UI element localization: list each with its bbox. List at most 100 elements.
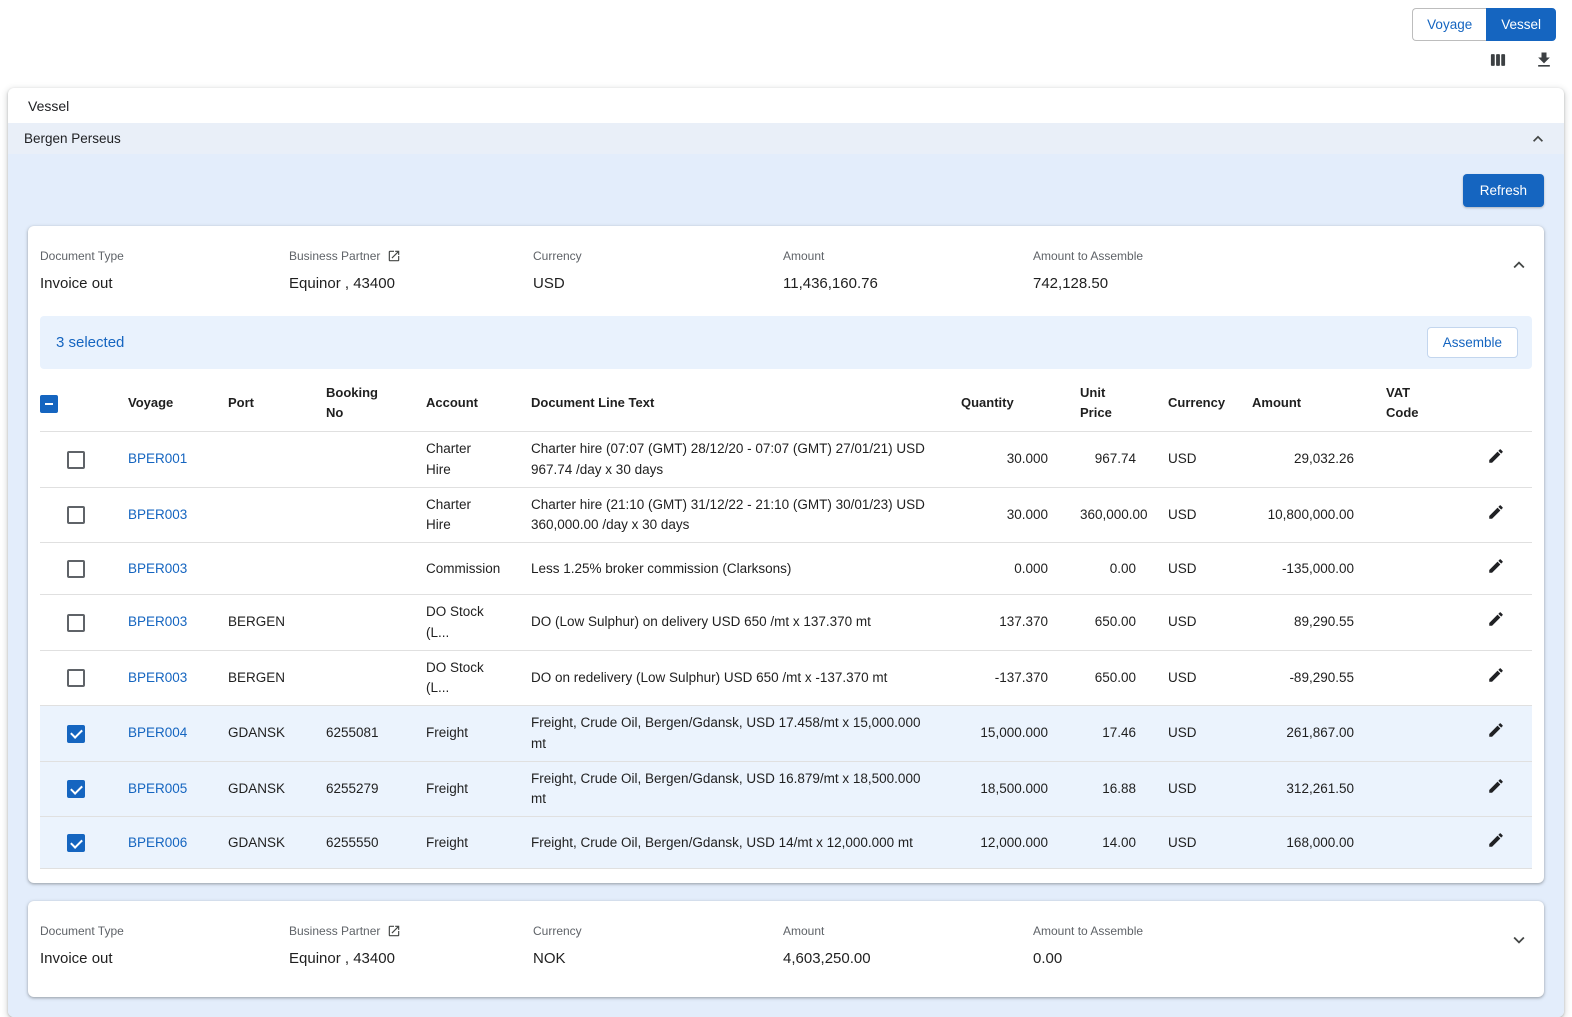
field-label: Document Type <box>40 248 289 264</box>
edit-line-button[interactable] <box>1487 557 1505 575</box>
toggle-voyage[interactable]: Voyage <box>1412 8 1486 41</box>
download-button[interactable] <box>1534 50 1554 70</box>
table-header-row: Voyage Port Booking No Account Document … <box>40 375 1532 432</box>
cell-port: GDANSK <box>212 817 310 869</box>
collapse-document-button[interactable] <box>1508 254 1530 276</box>
field-label: Amount <box>783 248 1033 264</box>
selection-bar: 3 selected Assemble <box>40 316 1532 369</box>
expand-document-button[interactable] <box>1508 929 1530 951</box>
edit-line-button[interactable] <box>1487 610 1505 628</box>
columns-icon <box>1488 50 1508 70</box>
edit-line-button[interactable] <box>1487 721 1505 739</box>
row-checkbox[interactable] <box>67 834 85 852</box>
edit-line-button[interactable] <box>1487 777 1505 795</box>
row-checkbox[interactable] <box>67 451 85 469</box>
amount-value: 4,603,250.00 <box>783 950 1033 967</box>
assemble-button[interactable]: Assemble <box>1427 327 1518 358</box>
voyage-link[interactable]: BPER003 <box>128 561 187 576</box>
cell-amount: 10,800,000.00 <box>1236 487 1370 543</box>
collapse-group-button[interactable] <box>1528 129 1548 149</box>
edit-line-button[interactable] <box>1487 503 1505 521</box>
row-checkbox[interactable] <box>67 780 85 798</box>
page-title: Vessel <box>8 88 1564 123</box>
table-row: BPER003 Charter Hire Charter hire (21:10… <box>40 487 1532 543</box>
voyage-link[interactable]: BPER003 <box>128 614 187 629</box>
selected-count: 3 selected <box>56 334 124 351</box>
document-summary: Document Type Invoice out Business Partn… <box>40 236 1532 316</box>
col-header-currency: Currency <box>1152 375 1236 432</box>
toggle-vessel[interactable]: Vessel <box>1486 8 1556 41</box>
vessel-group-header[interactable]: Bergen Perseus <box>8 123 1564 154</box>
field-currency: Currency USD <box>533 248 783 292</box>
row-checkbox[interactable] <box>67 560 85 578</box>
vessel-panel: Refresh Document Type Invoice out Busine… <box>8 154 1564 1017</box>
cell-vat-code <box>1370 761 1460 817</box>
voyage-link[interactable]: BPER005 <box>128 781 187 796</box>
table-row: BPER003 BERGEN DO Stock (L... DO on rede… <box>40 650 1532 706</box>
row-checkbox[interactable] <box>67 725 85 743</box>
field-amount: Amount 11,436,160.76 <box>783 248 1033 292</box>
cell-vat-code <box>1370 817 1460 869</box>
open-in-new-icon[interactable] <box>387 249 401 263</box>
cell-unit-price: 360,000.00 <box>1064 487 1152 543</box>
cell-vat-code <box>1370 543 1460 595</box>
cell-unit-price: 650.00 <box>1064 650 1152 706</box>
cell-currency: USD <box>1152 487 1236 543</box>
field-amount: Amount 4,603,250.00 <box>783 923 1033 967</box>
cell-booking-no <box>310 650 410 706</box>
cell-quantity: 137.370 <box>945 595 1064 651</box>
col-header-account: Account <box>410 375 515 432</box>
top-bar: Voyage Vessel <box>0 0 1572 88</box>
edit-line-button[interactable] <box>1487 666 1505 684</box>
cell-account: Charter Hire <box>410 487 515 543</box>
currency-value: NOK <box>533 950 783 967</box>
line-items-body: BPER001 Charter Hire Charter hire (07:07… <box>40 432 1532 869</box>
document-type-value: Invoice out <box>40 275 289 292</box>
refresh-button[interactable]: Refresh <box>1463 174 1544 207</box>
field-label: Currency <box>533 923 783 939</box>
open-in-new-icon[interactable] <box>387 924 401 938</box>
cell-currency: USD <box>1152 706 1236 762</box>
voyage-link[interactable]: BPER001 <box>128 451 187 466</box>
edit-icon <box>1487 831 1505 849</box>
currency-value: USD <box>533 275 783 292</box>
cell-booking-no: 6255081 <box>310 706 410 762</box>
voyage-link[interactable]: BPER003 <box>128 507 187 522</box>
cell-currency: USD <box>1152 817 1236 869</box>
columns-button[interactable] <box>1488 50 1508 70</box>
cell-line-text: Freight, Crude Oil, Bergen/Gdansk, USD 1… <box>515 817 945 869</box>
edit-icon <box>1487 610 1505 628</box>
cell-booking-no: 6255550 <box>310 817 410 869</box>
cell-currency: USD <box>1152 595 1236 651</box>
voyage-link[interactable]: BPER004 <box>128 725 187 740</box>
col-header-amount: Amount <box>1236 375 1370 432</box>
cell-vat-code <box>1370 706 1460 762</box>
cell-account: DO Stock (L... <box>410 595 515 651</box>
document-type-value: Invoice out <box>40 950 289 967</box>
field-label: Business Partner <box>289 924 380 938</box>
business-partner-value: Equinor , 43400 <box>289 275 533 292</box>
voyage-link[interactable]: BPER006 <box>128 835 187 850</box>
edit-icon <box>1487 666 1505 684</box>
field-label: Amount to Assemble <box>1033 248 1143 264</box>
cell-port: GDANSK <box>212 706 310 762</box>
edit-icon <box>1487 721 1505 739</box>
chevron-down-icon <box>1508 929 1530 951</box>
voyage-link[interactable]: BPER003 <box>128 670 187 685</box>
select-all-checkbox[interactable] <box>40 395 58 413</box>
col-header-vat-code: VAT Code <box>1370 375 1460 432</box>
cell-currency: USD <box>1152 543 1236 595</box>
cell-line-text: Charter hire (21:10 (GMT) 31/12/22 - 21:… <box>515 487 945 543</box>
edit-line-button[interactable] <box>1487 831 1505 849</box>
row-checkbox[interactable] <box>67 506 85 524</box>
row-checkbox[interactable] <box>67 669 85 687</box>
field-label: Currency <box>533 248 783 264</box>
field-label: Amount to Assemble <box>1033 923 1143 939</box>
table-toolbar <box>1488 50 1554 70</box>
cell-quantity: 15,000.000 <box>945 706 1064 762</box>
cell-line-text: DO (Low Sulphur) on delivery USD 650 /mt… <box>515 595 945 651</box>
row-checkbox[interactable] <box>67 614 85 632</box>
cell-currency: USD <box>1152 761 1236 817</box>
edit-line-button[interactable] <box>1487 447 1505 465</box>
col-header-actions <box>1460 375 1532 432</box>
